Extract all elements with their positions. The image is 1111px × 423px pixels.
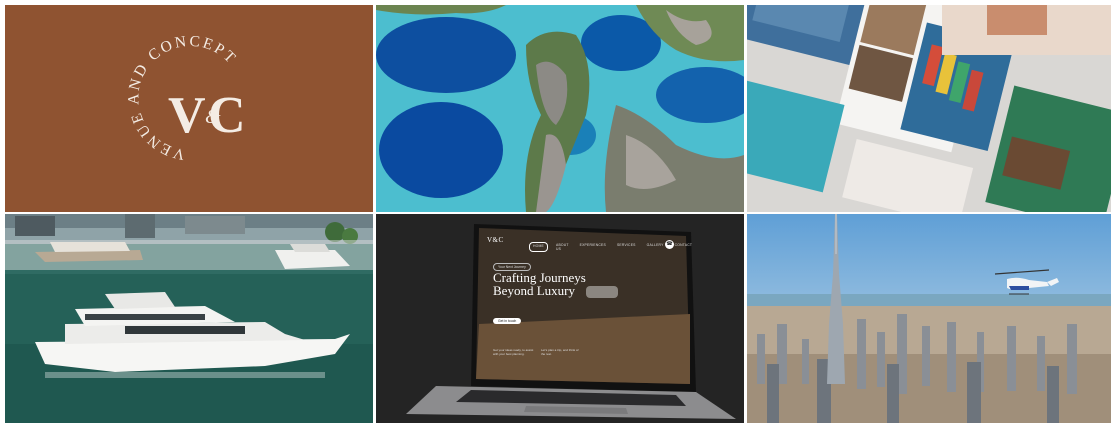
get-in-touch-button[interactable]: Get in touch: [493, 318, 522, 324]
nav-item-gallery[interactable]: GALLERY: [644, 242, 667, 252]
phone-icon[interactable]: ☎: [665, 240, 674, 249]
site-logo[interactable]: V&C: [487, 236, 504, 244]
hero-headline: Crafting Journeys Beyond Luxury: [493, 271, 603, 297]
laptop-website-mockup: V&C HOME ABOUT US EXPERIENCES SERVICES G…: [376, 214, 744, 423]
lagoon-aerial-photo: [376, 5, 744, 212]
nav-item-about[interactable]: ABOUT US: [553, 242, 572, 252]
logo-tile: VENUE AND CONCEPT V & C: [5, 5, 373, 212]
nav-item-services[interactable]: SERVICES: [614, 242, 639, 252]
monogram-v: V: [168, 87, 206, 144]
monogram-c: C: [208, 87, 246, 144]
feature-2: Let's plan a trip, and think of the rest…: [541, 348, 579, 356]
yacht-marina-photo: [5, 214, 373, 423]
brochure-mockup-photo: [747, 5, 1111, 212]
nav-item-contact[interactable]: CONTACT: [672, 242, 696, 252]
hero-headline-line2: Beyond Luxury: [493, 283, 575, 298]
laptop-screen: V&C HOME ABOUT US EXPERIENCES SERVICES G…: [479, 228, 692, 383]
logo-seal: VENUE AND CONCEPT V & C: [125, 33, 246, 163]
nav-item-home[interactable]: HOME: [529, 242, 548, 252]
dubai-skyline-photo: [747, 214, 1111, 423]
nav-item-experiences[interactable]: EXPERIENCES: [577, 242, 609, 252]
feature-1: Get your ideas ready, to assist with you…: [493, 348, 534, 356]
